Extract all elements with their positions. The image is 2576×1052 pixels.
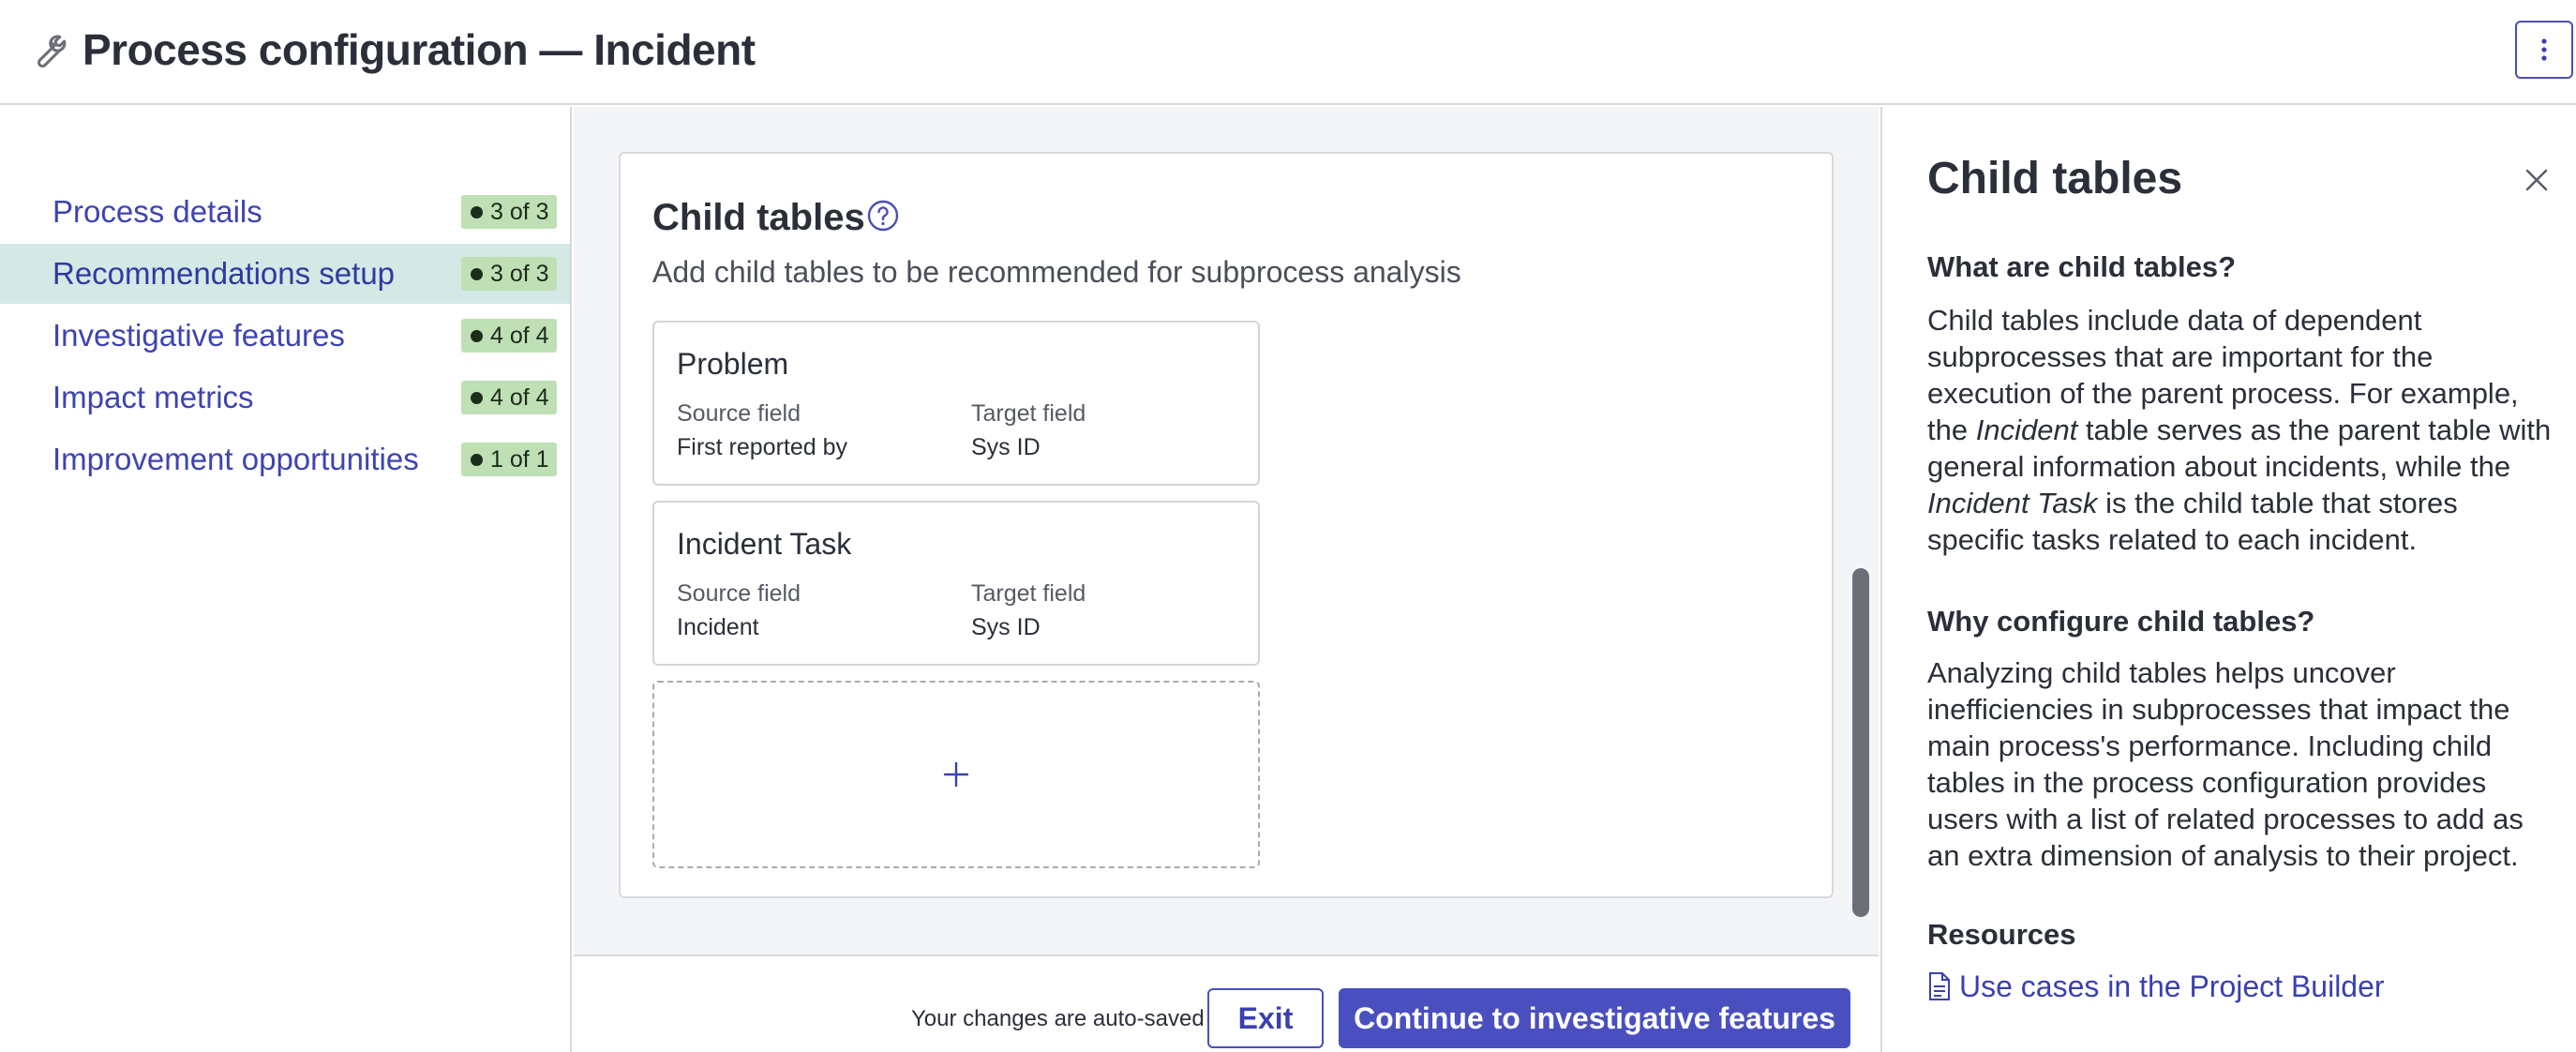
status-badge: 3 of 3 [461,257,557,291]
child-table-name: Problem [677,347,789,381]
nav-item-label: Process details [52,194,262,229]
resources-heading: Resources [1927,918,2076,951]
kebab-icon [2541,38,2547,61]
why-text: Analyzing child tables helps uncover ine… [1927,656,2524,872]
plus-icon [943,761,969,788]
nav-item-label: Investigative features [52,318,345,353]
nav-item-improvement-opportunities[interactable]: Improvement opportunities 1 of 1 [0,429,570,489]
close-icon[interactable] [2524,167,2550,193]
page-header: Process configuration — Incident [0,0,2576,105]
status-badge: 4 of 4 [461,319,557,353]
main-content: Child tables Add child tables to be reco… [574,107,1879,954]
source-field-value: First reported by [677,434,848,460]
child-table-card-problem[interactable]: Problem Source field Target field First … [652,321,1260,486]
status-dot-icon [471,267,483,280]
nav-item-process-details[interactable]: Process details 3 of 3 [0,182,570,242]
source-field-value: Incident [677,614,759,640]
child-table-name: Incident Task [677,527,852,561]
status-dot-icon [471,329,483,342]
resource-link[interactable]: Use cases in the Project Builder [1927,966,2385,1007]
source-field-label: Source field [677,580,801,607]
status-badge: 3 of 3 [461,195,557,229]
nav-item-investigative-features[interactable]: Investigative features 4 of 4 [0,306,570,366]
autosave-status: Your changes are auto-saved [911,1006,1205,1031]
page-title: Process configuration — Incident [82,25,756,74]
help-panel: Child tables What are child tables? Chil… [1880,107,2576,1052]
why-heading: Why configure child tables? [1927,605,2315,638]
section-title: Child tables [652,197,865,238]
target-field-label: Target field [971,580,1086,607]
target-field-value: Sys ID [971,614,1041,640]
target-field-label: Target field [971,400,1086,427]
child-tables-card: Child tables Add child tables to be reco… [619,152,1834,898]
left-navigation: Process details 3 of 3 Recommendations s… [0,107,572,1052]
status-dot-icon [471,453,483,466]
continue-button[interactable]: Continue to investigative features [1339,988,1850,1048]
status-badge: 1 of 1 [461,443,557,476]
panel-title: Child tables [1927,154,2183,203]
child-table-card-incident-task[interactable]: Incident Task Source field Target field … [652,501,1260,666]
status-dot-icon [471,391,483,404]
exit-button[interactable]: Exit [1207,988,1324,1048]
status-badge: 4 of 4 [461,381,557,414]
more-options-button[interactable] [2515,21,2573,79]
scrollbar-thumb[interactable] [1852,568,1869,917]
section-subtitle: Add child tables to be recommended for s… [652,255,1461,289]
help-icon[interactable] [864,197,902,234]
source-field-label: Source field [677,400,801,427]
footer-bar: Your changes are auto-saved Exit Continu… [574,954,1879,1052]
nav-item-impact-metrics[interactable]: Impact metrics 4 of 4 [0,368,570,428]
status-dot-icon [471,205,483,218]
nav-item-recommendations-setup[interactable]: Recommendations setup 3 of 3 [0,244,570,304]
nav-item-label: Impact metrics [52,380,254,414]
nav-item-label: Recommendations setup [52,256,396,291]
nav-item-label: Improvement opportunities [52,442,419,476]
target-field-value: Sys ID [971,434,1041,460]
add-child-table-button[interactable] [652,681,1260,868]
what-heading: What are child tables? [1927,250,2237,283]
document-icon [1929,972,1950,1000]
what-text: Child tables include data of dependent s… [1927,304,2552,556]
wrench-icon [37,35,67,68]
